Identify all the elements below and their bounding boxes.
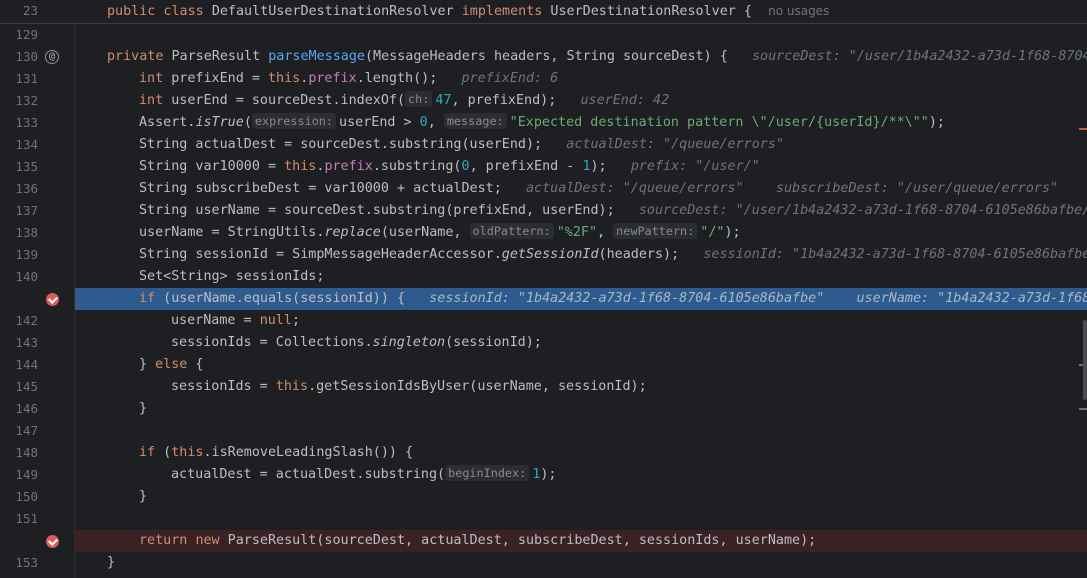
line-code: Assert.isTrue(expression: userEnd > 0, me… [139, 113, 945, 130]
scroll-marker[interactable] [1079, 408, 1087, 410]
inline-value-hint: actualDest: "/queue/errors" [525, 181, 744, 196]
code-line[interactable]: 137 String userName = sourceDest.substri… [0, 200, 1087, 222]
code-line[interactable]: 132 int userEnd = sourceDest.indexOf(ch:… [0, 90, 1087, 112]
inline-value-hint: userEnd: 42 [580, 93, 670, 108]
line-number: 141 [0, 288, 38, 310]
line-code: String actualDest = sourceDest.substring… [139, 137, 784, 152]
line-number: 129 [15, 27, 38, 42]
line-code: private ParseResult parseMessage(Message… [75, 46, 1087, 68]
line-number: 142 [15, 313, 38, 328]
line-code: Set<String> sessionIds; [139, 269, 325, 284]
line-number: 140 [15, 269, 38, 284]
line-number: 152 [0, 530, 38, 552]
inline-value-hint: userName: "1b4a2432-a73d-1f68-870 [856, 291, 1087, 306]
line-code: userName = StringUtils.replace(userName,… [139, 223, 741, 240]
line-code: userName = null; [171, 313, 300, 328]
code-line[interactable]: 150 } [0, 486, 1087, 508]
vertical-scrollbar[interactable] [1083, 320, 1087, 400]
inline-value-hint: sourceDest: "/user/1b4a2432-a73d-1f68-87… [638, 203, 1087, 218]
line-number: 132 [15, 93, 38, 108]
code-line[interactable]: 136 String subscribeDest = var10000 + ac… [0, 178, 1087, 200]
line-number: 150 [15, 489, 38, 504]
line-code: if (userName.equals(sessionId)) { sessio… [75, 288, 1087, 310]
line-code: String subscribeDest = var10000 + actual… [139, 181, 1059, 196]
line-code: String sessionId = SimpMessageHeaderAcce… [75, 244, 1087, 266]
code-line[interactable]: 153 } [0, 552, 1087, 574]
line-code: int userEnd = sourceDest.indexOf(ch: 47, … [139, 91, 670, 108]
code-line[interactable]: 144 } else { [0, 354, 1087, 376]
parameter-hint: beginIndex: [445, 465, 530, 481]
line-number: 144 [15, 357, 38, 372]
line-number: 147 [15, 423, 38, 438]
parameter-hint: oldPattern: [469, 223, 554, 239]
line-code: sessionIds = Collections.singleton(sessi… [171, 335, 542, 350]
inline-value-hint: sessionId: "1b4a2432-a73d-1f68-8704-6105… [703, 247, 1087, 262]
breakpoint-icon[interactable] [45, 292, 59, 306]
code-line[interactable]: 145 sessionIds = this.getSessionIdsByUse… [0, 376, 1087, 398]
code-line[interactable]: 142 userName = null; [0, 310, 1087, 332]
inline-value-hint: sourceDest: "/user/1b4a2432-a73d-1f68-87… [751, 49, 1087, 64]
code-line[interactable]: 130 @ private ParseResult parseMessage(M… [0, 46, 1087, 68]
line-code: } [139, 489, 148, 504]
at-sign-icon[interactable]: @ [45, 50, 59, 64]
line-number: 153 [15, 555, 38, 570]
code-line[interactable]: 129 [0, 24, 1087, 46]
inline-value-hint: subscribeDest: "/user/queue/errors" [775, 181, 1059, 196]
line-code: String var10000 = this.prefix.substring(… [139, 159, 760, 174]
code-line[interactable]: 134 String actualDest = sourceDest.subst… [0, 134, 1087, 156]
line-code: sessionIds = this.getSessionIdsByUser(us… [171, 379, 647, 394]
line-code: } [139, 401, 148, 416]
code-line[interactable]: 140 Set<String> sessionIds; [0, 266, 1087, 288]
line-number: 23 [22, 3, 38, 18]
code-line[interactable]: 148 if (this.isRemoveLeadingSlash()) { [0, 442, 1087, 464]
code-line[interactable]: 135 String var10000 = this.prefix.substr… [0, 156, 1087, 178]
inline-value-hint: prefixEnd: 6 [461, 71, 559, 86]
line-number: 149 [15, 467, 38, 482]
line-number: 131 [15, 71, 38, 86]
code-line[interactable]: 151 [0, 508, 1087, 530]
line-code: if (this.isRemoveLeadingSlash()) { [139, 445, 414, 460]
line-number: 151 [15, 511, 38, 526]
code-line[interactable]: 147 [0, 420, 1087, 442]
sticky-code: public class DefaultUserDestinationResol… [107, 4, 830, 19]
code-line[interactable]: 149 actualDest = actualDest.substring(be… [0, 464, 1087, 486]
code-line[interactable]: 139 String sessionId = SimpMessageHeader… [0, 244, 1087, 266]
code-line[interactable]: 143 sessionIds = Collections.singleton(s… [0, 332, 1087, 354]
sticky-class-header[interactable]: 23 public class DefaultUserDestinationRe… [0, 0, 1087, 24]
code-line[interactable]: 146 } [0, 398, 1087, 420]
parameter-hint: expression: [251, 113, 337, 129]
line-code: int prefixEnd = this.prefix.length(); pr… [139, 71, 559, 86]
code-line[interactable]: 131 int prefixEnd = this.prefix.length()… [0, 68, 1087, 90]
breakpoint-line[interactable]: 152 return new ParseResult(sourceDest, a… [0, 530, 1087, 552]
line-code: return new ParseResult(sourceDest, actua… [139, 533, 817, 548]
code-line[interactable]: 133 Assert.isTrue(expression: userEnd > 0… [0, 112, 1087, 134]
line-number: 133 [15, 115, 38, 130]
line-code: } [107, 555, 116, 570]
parameter-hint: newPattern: [613, 223, 698, 239]
line-number: 136 [15, 181, 38, 196]
line-number: 134 [15, 137, 38, 152]
inline-value-hint: actualDest: "/queue/errors" [566, 137, 784, 152]
parameter-hint: ch: [405, 91, 433, 107]
line-number: 143 [15, 335, 38, 350]
breakpoint-icon[interactable] [45, 534, 59, 548]
line-number: 138 [15, 225, 38, 240]
line-number: 130 [15, 49, 38, 64]
inline-value-hint: sessionId: "1b4a2432-a73d-1f68-8704-6105… [429, 291, 825, 306]
line-code: actualDest = actualDest.substring(beginI… [171, 465, 557, 482]
inline-value-hint: prefix: "/user/" [630, 159, 760, 174]
error-stripe-marker[interactable] [1079, 128, 1087, 130]
current-execution-line[interactable]: 141 if (userName.equals(sessionId)) { se… [0, 288, 1087, 310]
line-number: 137 [15, 203, 38, 218]
line-number: 146 [15, 401, 38, 416]
usages-hint[interactable]: no usages [768, 4, 829, 18]
code-line[interactable]: 138 userName = StringUtils.replace(userN… [0, 222, 1087, 244]
line-number: 145 [15, 379, 38, 394]
parameter-hint: message: [443, 113, 507, 129]
line-code: String userName = sourceDest.substring(p… [75, 200, 1087, 222]
line-code: } else { [139, 357, 204, 372]
line-number: 139 [15, 247, 38, 262]
line-number: 148 [15, 445, 38, 460]
line-number: 135 [15, 159, 38, 174]
